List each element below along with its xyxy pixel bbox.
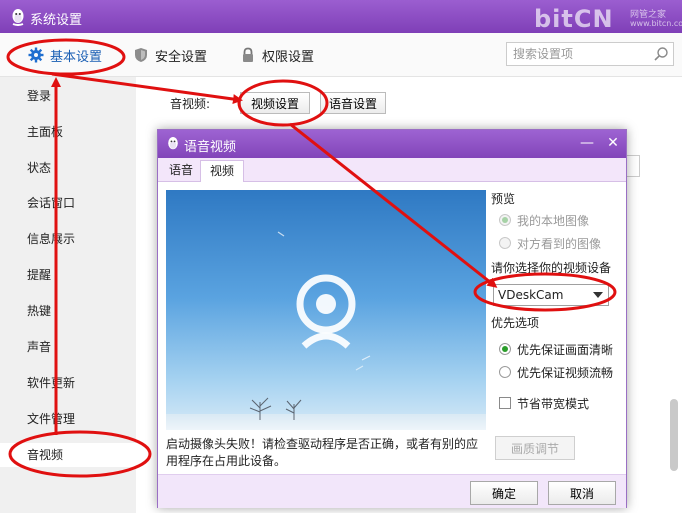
settings-tab-row: 基本设置 安全设置 权限设置 (0, 33, 682, 77)
sidebar-item-hotkeys[interactable]: 热键 (0, 299, 136, 323)
audio-video-label: 音视频: (170, 97, 211, 111)
device-heading: 请你选择你的视频设备 (491, 261, 612, 275)
sidebar-item-audio-video[interactable]: 音视频 (0, 443, 136, 467)
video-preview-area (166, 190, 486, 430)
chevron-down-icon (593, 292, 603, 298)
tab-permission-settings-label: 权限设置 (262, 49, 315, 65)
video-settings-button[interactable]: 视频设置 (240, 92, 310, 114)
sidebar-item-login[interactable]: 登录 (0, 84, 136, 108)
watermark-url: www.bitcn.com (630, 19, 682, 28)
content-scrollbar[interactable] (670, 399, 678, 471)
dialog-titlebar: 语音视频 — ✕ (158, 130, 626, 158)
checkbox-indicator (499, 397, 511, 409)
tab-permission-settings[interactable]: 权限设置 (240, 45, 314, 65)
radio-indicator (499, 343, 511, 355)
voice-video-dialog: 语音视频 — ✕ 语音 视频 启动摄像头失败！请检查驱动程序是否正确，或者有别的… (157, 129, 627, 508)
bandwidth-saving-checkbox[interactable]: 节省带宽模式 (499, 394, 589, 412)
site-watermark: bitCN 网管之家 www.bitcn.com (534, 5, 682, 33)
tab-voice[interactable]: 语音 (160, 160, 202, 182)
window-title: 系统设置 (30, 13, 83, 28)
search-icon[interactable] (653, 46, 669, 62)
tab-security-settings-label: 安全设置 (155, 49, 208, 65)
webcam-icon (296, 274, 356, 349)
preview-heading: 预览 (491, 192, 516, 206)
radio-priority-clarity[interactable]: 优先保证画面清晰 (499, 340, 613, 358)
shield-icon (135, 48, 147, 62)
voice-settings-button[interactable]: 语音设置 (320, 92, 386, 114)
watermark-brand: bitCN (534, 5, 614, 33)
preview-ground (166, 414, 486, 430)
radio-label: 优先保证画面清晰 (517, 342, 614, 357)
tab-basic-settings-label: 基本设置 (50, 49, 103, 65)
trees-graphic (249, 397, 302, 420)
minimize-button[interactable]: — (578, 132, 596, 154)
settings-search-input[interactable] (513, 46, 649, 62)
quality-adjust-button: 画质调节 (495, 436, 575, 460)
radio-indicator (499, 366, 511, 378)
close-button[interactable]: ✕ (604, 132, 622, 154)
tab-video[interactable]: 视频 (200, 160, 245, 182)
sidebar-item-reminder[interactable]: 提醒 (0, 263, 136, 287)
radio-priority-smoothness[interactable]: 优先保证视频流畅 (499, 363, 613, 381)
radio-peer-view-image: 对方看到的图像 (499, 234, 601, 252)
video-device-select[interactable]: VDeskCam (493, 284, 609, 306)
checkbox-label: 节省带宽模式 (517, 396, 590, 411)
main-titlebar: 系统设置 bitCN 网管之家 www.bitcn.com (0, 0, 682, 33)
dialog-title: 语音视频 (184, 140, 237, 155)
radio-indicator (499, 237, 511, 249)
radio-label: 优先保证视频流畅 (517, 365, 614, 380)
radio-my-local-image: 我的本地图像 (499, 211, 589, 229)
tab-basic-settings[interactable]: 基本设置 (28, 45, 102, 65)
sidebar-item-info-display[interactable]: 信息展示 (0, 227, 136, 251)
radio-indicator (499, 214, 511, 226)
device-selected-value: VDeskCam (498, 288, 564, 302)
qq-penguin-icon (168, 137, 178, 150)
sidebar-item-file-management[interactable]: 文件管理 (0, 407, 136, 431)
sidebar-item-chat-window[interactable]: 会话窗口 (0, 191, 136, 215)
gear-icon (28, 47, 44, 63)
settings-sidebar: 登录 主面板 状态 会话窗口 信息展示 提醒 热键 声音 软件更新 文件管理 音… (0, 77, 136, 513)
lock-icon (243, 47, 253, 62)
cancel-button[interactable]: 取消 (548, 481, 616, 505)
dialog-tab-bar: 语音 视频 (158, 158, 626, 182)
radio-label: 我的本地图像 (517, 213, 590, 228)
ok-button[interactable]: 确定 (470, 481, 538, 505)
qq-penguin-icon (12, 9, 24, 26)
sidebar-item-software-update[interactable]: 软件更新 (0, 371, 136, 395)
dialog-footer: 确定 取消 (158, 474, 626, 508)
sidebar-item-main-panel[interactable]: 主面板 (0, 120, 136, 144)
camera-error-message: 启动摄像头失败！请检查驱动程序是否正确，或者有别的应用程序在占用此设备。 (166, 437, 479, 468)
settings-search-box (506, 42, 674, 66)
tab-security-settings[interactable]: 安全设置 (133, 45, 207, 65)
sidebar-item-status[interactable]: 状态 (0, 156, 136, 180)
priority-heading: 优先选项 (491, 316, 540, 330)
radio-label: 对方看到的图像 (517, 236, 602, 251)
sidebar-item-sound[interactable]: 声音 (0, 335, 136, 359)
